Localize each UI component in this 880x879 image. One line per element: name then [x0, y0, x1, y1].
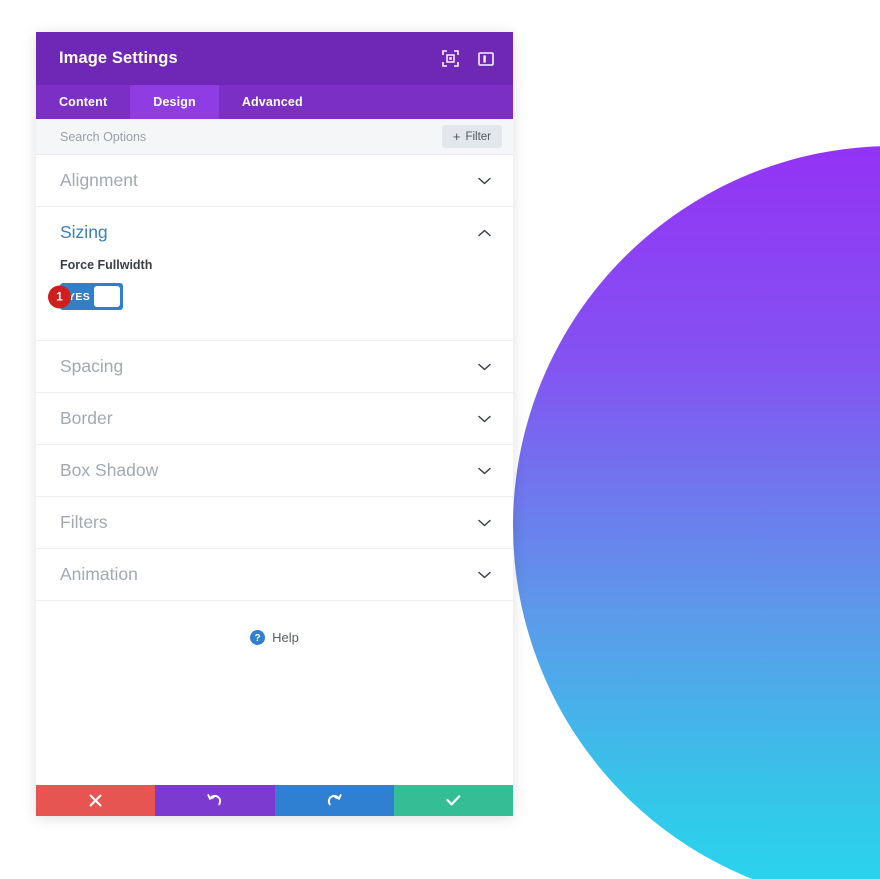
accordion-title-box-shadow: Box Shadow — [60, 460, 159, 480]
step-badge-1: 1 — [48, 285, 71, 308]
accordion-title-spacing: Spacing — [60, 356, 124, 376]
checkmark-icon — [446, 794, 461, 807]
filter-button-label: Filter — [465, 130, 491, 143]
tab-content[interactable]: Content — [36, 85, 130, 119]
accordion-border: Border — [36, 393, 513, 445]
redo-arrow-icon — [327, 793, 342, 808]
panel-layout-icon[interactable] — [477, 50, 495, 68]
modal-tab-bar: Content Design Advanced — [36, 85, 513, 119]
accordion-title-filters: Filters — [60, 512, 108, 532]
accordion-header-box-shadow[interactable]: Box Shadow — [36, 445, 513, 496]
help-row[interactable]: ? Help — [36, 601, 513, 645]
modal-header: Image Settings — [36, 32, 513, 85]
accordion-header-border[interactable]: Border — [36, 393, 513, 444]
chevron-up-icon — [478, 229, 491, 237]
force-fullwidth-label: Force Fullwidth — [60, 258, 153, 272]
save-button[interactable] — [393, 785, 513, 816]
question-mark-icon[interactable]: ? — [250, 630, 266, 645]
search-options-row: + Filter — [36, 119, 513, 155]
accordion-title-animation: Animation — [60, 564, 138, 584]
tab-advanced[interactable]: Advanced — [219, 85, 326, 119]
accordion-animation: Animation — [36, 549, 513, 601]
close-icon — [89, 794, 102, 807]
chevron-down-icon — [478, 363, 491, 371]
chevron-down-icon — [478, 571, 491, 579]
search-input[interactable] — [60, 129, 442, 144]
force-fullwidth-toggle-wrapper: 1 YES — [48, 283, 123, 310]
undo-arrow-icon — [207, 793, 222, 808]
accordion-header-animation[interactable]: Animation — [36, 549, 513, 600]
focus-target-icon[interactable] — [441, 50, 459, 68]
accordion-alignment: Alignment — [36, 155, 513, 207]
image-settings-modal: Image Settings Content Design Advanced S… — [36, 32, 513, 816]
chevron-down-icon — [478, 467, 491, 475]
plus-icon: + — [452, 129, 461, 144]
accordion-spacing: Spacing — [36, 341, 513, 393]
accordion-header-filters[interactable]: Filters — [36, 497, 513, 548]
undo-button[interactable] — [155, 785, 275, 816]
accordion-header-alignment[interactable]: Alignment — [36, 155, 513, 206]
chevron-down-icon — [478, 177, 491, 185]
help-label[interactable]: Help — [272, 630, 299, 645]
modal-body: Alignment Sizing Force Fullwidth 1 YES S… — [36, 155, 513, 785]
filter-button[interactable]: + Filter — [441, 125, 502, 148]
toggle-knob — [94, 286, 120, 307]
tab-design[interactable]: Design — [130, 85, 219, 119]
background-gradient-circle — [513, 146, 880, 879]
cancel-button[interactable] — [36, 785, 156, 816]
accordion-body-sizing: Force Fullwidth 1 YES — [36, 258, 513, 340]
chevron-down-icon — [478, 519, 491, 527]
modal-footer — [36, 785, 513, 816]
modal-title: Image Settings — [59, 49, 178, 67]
accordion-title-sizing: Sizing — [60, 222, 108, 242]
accordion-sizing: Sizing Force Fullwidth 1 YES — [36, 207, 513, 341]
accordion-filters: Filters — [36, 497, 513, 549]
accordion-header-sizing[interactable]: Sizing — [36, 207, 513, 258]
accordion-box-shadow: Box Shadow — [36, 445, 513, 497]
accordion-title-border: Border — [60, 408, 113, 428]
accordion-header-spacing[interactable]: Spacing — [36, 341, 513, 392]
svg-text:?: ? — [255, 633, 261, 644]
redo-button[interactable] — [274, 785, 394, 816]
chevron-down-icon — [478, 415, 491, 423]
accordion-title-alignment: Alignment — [60, 170, 138, 190]
header-icon-group — [441, 50, 495, 68]
